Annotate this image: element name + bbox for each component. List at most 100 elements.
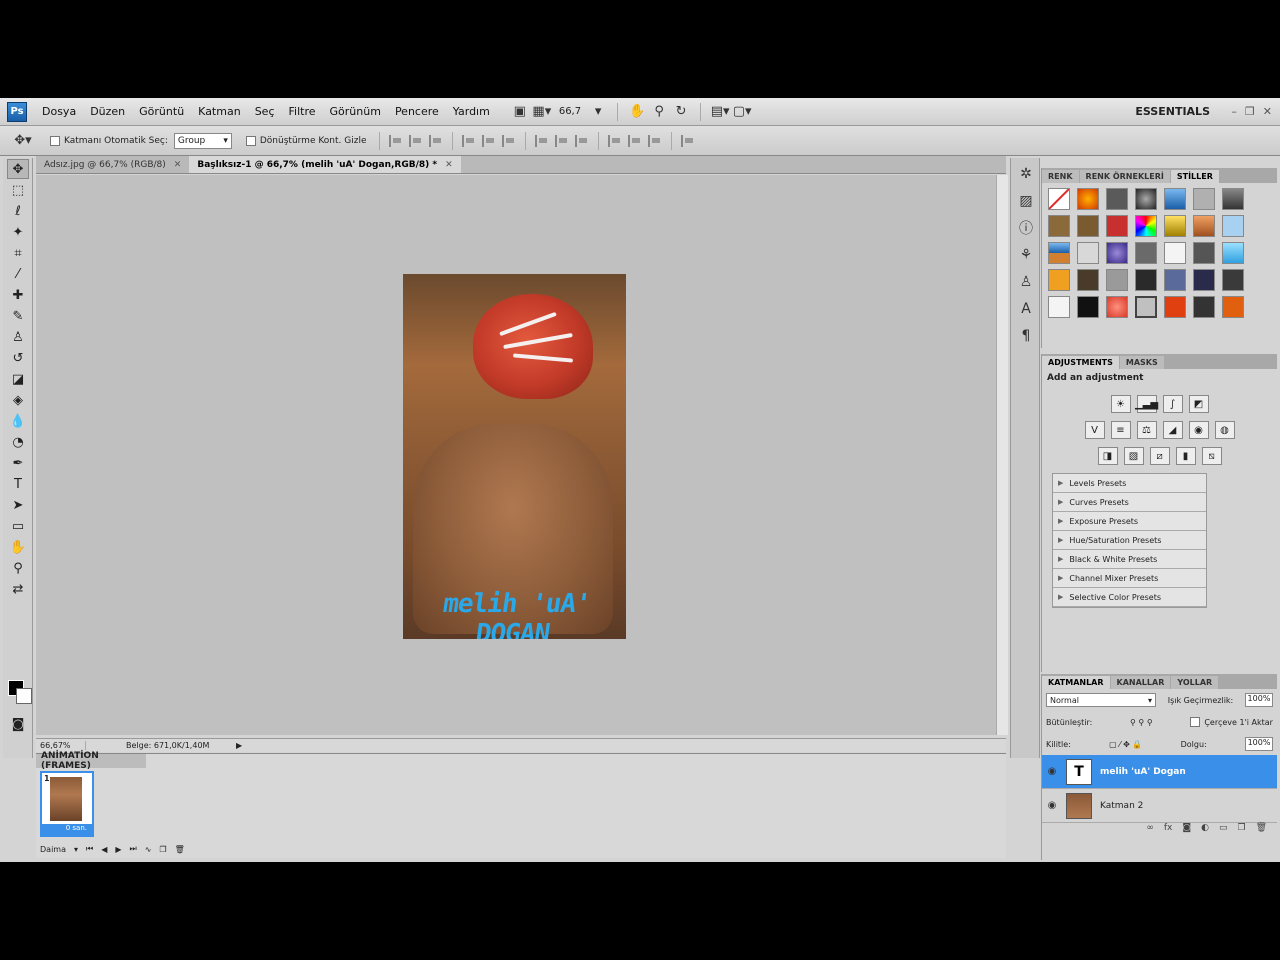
tab-layers[interactable]: KATMANLAR xyxy=(1042,676,1110,689)
tween-icon[interactable]: ∿ xyxy=(145,845,152,854)
eyedropper-tool-icon[interactable]: ⁄ xyxy=(7,264,29,284)
style-swatch[interactable] xyxy=(1222,296,1244,318)
character-icon[interactable]: A xyxy=(1015,298,1037,320)
menu-help[interactable]: Yardım xyxy=(446,105,497,118)
previous-frame-icon[interactable]: ◀ xyxy=(101,845,107,854)
vibrance-icon[interactable]: V xyxy=(1084,421,1105,439)
distribute-right-icon[interactable] xyxy=(647,134,662,147)
menu-select[interactable]: Seç xyxy=(248,105,282,118)
style-swatch[interactable] xyxy=(1106,242,1128,264)
dodge-tool-icon[interactable]: ◔ xyxy=(7,432,29,452)
close-icon[interactable]: ✕ xyxy=(445,160,453,170)
distribute-center-icon[interactable] xyxy=(627,134,642,147)
status-zoom[interactable]: 66,67% xyxy=(36,741,86,750)
histogram-icon[interactable]: ▨ xyxy=(1015,190,1037,212)
style-swatch[interactable] xyxy=(1048,296,1070,318)
fill-input[interactable]: 100% xyxy=(1245,737,1273,751)
bridge-icon[interactable]: ▣ xyxy=(511,104,529,120)
menu-filter[interactable]: Filtre xyxy=(282,105,323,118)
type-tool-icon[interactable]: T xyxy=(7,474,29,494)
style-swatch[interactable] xyxy=(1106,215,1128,237)
layer-row-text[interactable]: ◉ T melih 'uA' Dogan xyxy=(1042,755,1277,789)
restore-icon[interactable]: ❐ xyxy=(1245,105,1255,118)
style-swatch[interactable] xyxy=(1222,269,1244,291)
photo-filter-icon[interactable]: ◉ xyxy=(1188,421,1209,439)
paint-bucket-tool-icon[interactable]: ◈ xyxy=(7,390,29,410)
minimize-icon[interactable]: – xyxy=(1231,105,1237,118)
menu-edit[interactable]: Düzen xyxy=(83,105,132,118)
style-swatch[interactable] xyxy=(1106,269,1128,291)
info-icon[interactable]: ⓘ xyxy=(1015,217,1037,239)
distribute-bottom-icon[interactable] xyxy=(574,134,589,147)
status-menu-arrow-icon[interactable]: ▶ xyxy=(236,741,242,750)
adjustment-layer-icon[interactable]: ◐ xyxy=(1201,823,1209,837)
preset-hue-saturation[interactable]: ▶ Hue/Saturation Presets xyxy=(1053,531,1206,550)
tab-paths[interactable]: YOLLAR xyxy=(1171,676,1219,689)
loop-option[interactable]: Daima xyxy=(40,845,66,854)
threshold-icon[interactable]: ⧄ xyxy=(1149,447,1170,465)
menu-image[interactable]: Görüntü xyxy=(132,105,191,118)
auto-align-icon[interactable] xyxy=(680,134,695,147)
style-swatch[interactable] xyxy=(1135,215,1157,237)
healing-brush-tool-icon[interactable]: ✚ xyxy=(7,285,29,305)
gradient-map-icon[interactable]: ▮ xyxy=(1175,447,1196,465)
style-swatch[interactable] xyxy=(1164,188,1186,210)
move-tool-icon[interactable]: ✥ xyxy=(7,159,29,179)
layer-mask-icon[interactable]: ◙ xyxy=(1182,823,1191,837)
align-middle-icon[interactable] xyxy=(408,134,423,147)
tab-adsiz[interactable]: Adsız.jpg @ 66,7% (RGB/8) ✕ xyxy=(36,156,189,173)
preset-curves[interactable]: ▶ Curves Presets xyxy=(1053,493,1206,512)
preset-exposure[interactable]: ▶ Exposure Presets xyxy=(1053,512,1206,531)
align-bottom-icon[interactable] xyxy=(428,134,443,147)
layer-name[interactable]: melih 'uA' Dogan xyxy=(1100,767,1186,777)
brightness-contrast-icon[interactable]: ☀ xyxy=(1110,395,1131,413)
style-swatch[interactable] xyxy=(1164,269,1186,291)
style-swatch[interactable] xyxy=(1222,242,1244,264)
tab-color[interactable]: RENK xyxy=(1042,170,1079,183)
style-swatch[interactable] xyxy=(1077,188,1099,210)
style-swatch[interactable] xyxy=(1164,296,1186,318)
distribute-left-icon[interactable] xyxy=(607,134,622,147)
magic-wand-tool-icon[interactable]: ✦ xyxy=(7,222,29,242)
swap-colors-icon[interactable]: ⇄ xyxy=(7,579,29,599)
hand-tool-icon[interactable]: ✋ xyxy=(7,537,29,557)
crop-tool-icon[interactable]: ⌗ xyxy=(7,243,29,263)
history-brush-tool-icon[interactable]: ↺ xyxy=(7,348,29,368)
lock-icons[interactable]: ▢ ⁄ ✥ 🔒 xyxy=(1109,740,1142,749)
photoshop-logo-icon[interactable]: Ps xyxy=(7,101,27,122)
delete-layer-icon[interactable]: 🗑 xyxy=(1256,823,1267,837)
zoom-dropdown-icon[interactable]: ▾ xyxy=(589,104,607,120)
auto-select-checkbox[interactable]: Katmanı Otomatik Seç: xyxy=(50,135,168,146)
style-swatch[interactable] xyxy=(1048,188,1070,210)
style-swatch[interactable] xyxy=(1193,296,1215,318)
checkbox-icon[interactable] xyxy=(245,135,256,146)
menu-view[interactable]: Görünüm xyxy=(323,105,388,118)
play-icon[interactable]: ▶ xyxy=(115,845,121,854)
checkbox-icon[interactable] xyxy=(50,135,60,146)
style-swatch[interactable] xyxy=(1077,296,1099,318)
menu-file[interactable]: Dosya xyxy=(35,105,83,118)
tab-styles[interactable]: STİLLER xyxy=(1170,170,1219,183)
link-layers-icon[interactable]: ∞ xyxy=(1146,823,1154,837)
style-swatch[interactable] xyxy=(1164,215,1186,237)
style-swatch[interactable] xyxy=(1077,215,1099,237)
eye-icon[interactable]: ◉ xyxy=(1042,766,1062,777)
preset-selective-color[interactable]: ▶ Selective Color Presets xyxy=(1053,588,1206,607)
move-tool-preset-icon[interactable]: ✥▾ xyxy=(14,133,32,149)
canvas-area[interactable]: melih 'uA' DOGAN xyxy=(36,175,996,735)
invert-icon[interactable]: ◨ xyxy=(1097,447,1118,465)
document-image[interactable]: melih 'uA' DOGAN xyxy=(403,274,626,639)
zoom-level[interactable]: 66,7 xyxy=(559,106,581,117)
tab-masks[interactable]: MASKS xyxy=(1119,356,1164,369)
blur-tool-icon[interactable]: 💧 xyxy=(7,411,29,431)
style-swatch[interactable] xyxy=(1164,242,1186,264)
color-balance-icon[interactable]: ⚖ xyxy=(1136,421,1157,439)
opacity-input[interactable]: 100% xyxy=(1244,693,1273,707)
vertical-scrollbar[interactable] xyxy=(996,175,1008,735)
blend-mode-dropdown[interactable]: Normal ▾ xyxy=(1046,693,1156,707)
background-color-swatch[interactable] xyxy=(16,688,32,704)
style-swatch[interactable] xyxy=(1048,215,1070,237)
style-swatch[interactable] xyxy=(1222,188,1244,210)
new-group-icon[interactable]: ▭ xyxy=(1219,823,1228,837)
zoom-tool-icon[interactable]: ⚲ xyxy=(7,558,29,578)
